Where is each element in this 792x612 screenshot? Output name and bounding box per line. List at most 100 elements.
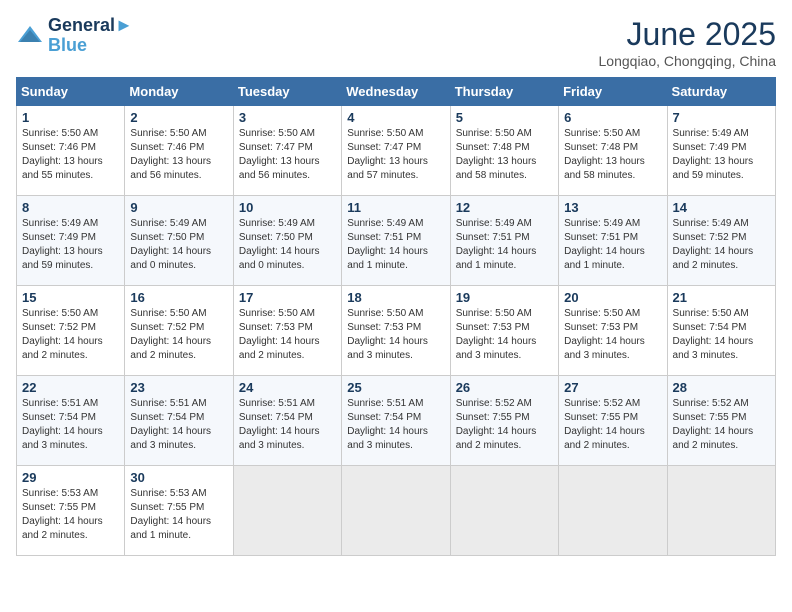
day-info: Sunrise: 5:50 AM Sunset: 7:46 PM Dayligh… (130, 127, 227, 183)
day-info: Sunrise: 5:53 AM Sunset: 7:55 PM Dayligh… (130, 487, 227, 543)
week-row-1: 1 Sunrise: 5:50 AM Sunset: 7:46 PM Daylig… (17, 106, 776, 196)
day-info: Sunrise: 5:51 AM Sunset: 7:54 PM Dayligh… (130, 397, 227, 453)
title-area: June 2025 Longqiao, Chongqing, China (599, 16, 776, 69)
day-info: Sunrise: 5:49 AM Sunset: 7:52 PM Dayligh… (673, 217, 770, 273)
day-info: Sunrise: 5:50 AM Sunset: 7:53 PM Dayligh… (456, 307, 553, 363)
day-number: 7 (673, 110, 770, 125)
day-info: Sunrise: 5:51 AM Sunset: 7:54 PM Dayligh… (239, 397, 336, 453)
day-cell (233, 466, 341, 556)
day-cell: 5 Sunrise: 5:50 AM Sunset: 7:48 PM Daylig… (450, 106, 558, 196)
col-header-thursday: Thursday (450, 78, 558, 106)
day-cell: 30 Sunrise: 5:53 AM Sunset: 7:55 PM Dayli… (125, 466, 233, 556)
day-cell: 4 Sunrise: 5:50 AM Sunset: 7:47 PM Daylig… (342, 106, 450, 196)
col-header-saturday: Saturday (667, 78, 775, 106)
day-number: 13 (564, 200, 661, 215)
day-cell: 22 Sunrise: 5:51 AM Sunset: 7:54 PM Dayli… (17, 376, 125, 466)
day-cell: 11Sunrise: 5:49 AM Sunset: 7:51 PM Dayli… (342, 196, 450, 286)
day-info: Sunrise: 5:49 AM Sunset: 7:51 PM Dayligh… (456, 217, 553, 273)
day-info: Sunrise: 5:50 AM Sunset: 7:52 PM Dayligh… (130, 307, 227, 363)
day-info: Sunrise: 5:52 AM Sunset: 7:55 PM Dayligh… (456, 397, 553, 453)
day-cell: 16 Sunrise: 5:50 AM Sunset: 7:52 PM Dayli… (125, 286, 233, 376)
day-cell: 26Sunrise: 5:52 AM Sunset: 7:55 PM Dayli… (450, 376, 558, 466)
day-number: 14 (673, 200, 770, 215)
day-info: Sunrise: 5:49 AM Sunset: 7:49 PM Dayligh… (22, 217, 119, 273)
day-cell (342, 466, 450, 556)
day-number: 30 (130, 470, 227, 485)
day-cell (450, 466, 558, 556)
day-info: Sunrise: 5:49 AM Sunset: 7:51 PM Dayligh… (564, 217, 661, 273)
day-info: Sunrise: 5:50 AM Sunset: 7:46 PM Dayligh… (22, 127, 119, 183)
day-number: 16 (130, 290, 227, 305)
day-number: 22 (22, 380, 119, 395)
day-cell: 27Sunrise: 5:52 AM Sunset: 7:55 PM Dayli… (559, 376, 667, 466)
day-number: 27 (564, 380, 661, 395)
col-header-tuesday: Tuesday (233, 78, 341, 106)
day-cell: 17 Sunrise: 5:50 AM Sunset: 7:53 PM Dayli… (233, 286, 341, 376)
day-number: 6 (564, 110, 661, 125)
day-cell: 3 Sunrise: 5:50 AM Sunset: 7:47 PM Daylig… (233, 106, 341, 196)
day-cell: 29 Sunrise: 5:53 AM Sunset: 7:55 PM Dayli… (17, 466, 125, 556)
day-info: Sunrise: 5:51 AM Sunset: 7:54 PM Dayligh… (22, 397, 119, 453)
day-info: Sunrise: 5:50 AM Sunset: 7:53 PM Dayligh… (347, 307, 444, 363)
day-number: 9 (130, 200, 227, 215)
day-info: Sunrise: 5:50 AM Sunset: 7:48 PM Dayligh… (456, 127, 553, 183)
day-cell: 10 Sunrise: 5:49 AM Sunset: 7:50 PM Dayli… (233, 196, 341, 286)
week-row-2: 8 Sunrise: 5:49 AM Sunset: 7:49 PM Daylig… (17, 196, 776, 286)
col-header-friday: Friday (559, 78, 667, 106)
day-cell: 21 Sunrise: 5:50 AM Sunset: 7:54 PM Dayli… (667, 286, 775, 376)
day-number: 8 (22, 200, 119, 215)
day-number: 2 (130, 110, 227, 125)
day-info: Sunrise: 5:50 AM Sunset: 7:54 PM Dayligh… (673, 307, 770, 363)
logo: General► Blue (16, 16, 133, 56)
calendar-table: SundayMondayTuesdayWednesdayThursdayFrid… (16, 77, 776, 556)
week-row-3: 15 Sunrise: 5:50 AM Sunset: 7:52 PM Dayli… (17, 286, 776, 376)
day-number: 4 (347, 110, 444, 125)
col-header-monday: Monday (125, 78, 233, 106)
day-cell: 6 Sunrise: 5:50 AM Sunset: 7:48 PM Daylig… (559, 106, 667, 196)
day-number: 29 (22, 470, 119, 485)
day-info: Sunrise: 5:51 AM Sunset: 7:54 PM Dayligh… (347, 397, 444, 453)
day-cell: 19 Sunrise: 5:50 AM Sunset: 7:53 PM Dayli… (450, 286, 558, 376)
day-cell: 14 Sunrise: 5:49 AM Sunset: 7:52 PM Dayli… (667, 196, 775, 286)
day-cell: 25 Sunrise: 5:51 AM Sunset: 7:54 PM Dayli… (342, 376, 450, 466)
day-cell: 13 Sunrise: 5:49 AM Sunset: 7:51 PM Dayli… (559, 196, 667, 286)
day-info: Sunrise: 5:50 AM Sunset: 7:47 PM Dayligh… (239, 127, 336, 183)
month-title: June 2025 (599, 16, 776, 53)
day-number: 21 (673, 290, 770, 305)
day-info: Sunrise: 5:50 AM Sunset: 7:53 PM Dayligh… (239, 307, 336, 363)
page-header: General► Blue June 2025 Longqiao, Chongq… (16, 16, 776, 69)
col-header-wednesday: Wednesday (342, 78, 450, 106)
day-number: 19 (456, 290, 553, 305)
day-cell: 8 Sunrise: 5:49 AM Sunset: 7:49 PM Daylig… (17, 196, 125, 286)
day-number: 1 (22, 110, 119, 125)
day-number: 25 (347, 380, 444, 395)
day-info: Sunrise: 5:49 AM Sunset: 7:50 PM Dayligh… (239, 217, 336, 273)
day-info: Sunrise: 5:49 AM Sunset: 7:49 PM Dayligh… (673, 127, 770, 183)
day-number: 11 (347, 200, 444, 215)
day-number: 5 (456, 110, 553, 125)
day-number: 24 (239, 380, 336, 395)
day-cell: 1 Sunrise: 5:50 AM Sunset: 7:46 PM Daylig… (17, 106, 125, 196)
day-number: 28 (673, 380, 770, 395)
col-header-sunday: Sunday (17, 78, 125, 106)
day-number: 23 (130, 380, 227, 395)
day-info: Sunrise: 5:50 AM Sunset: 7:48 PM Dayligh… (564, 127, 661, 183)
day-number: 17 (239, 290, 336, 305)
day-info: Sunrise: 5:50 AM Sunset: 7:47 PM Dayligh… (347, 127, 444, 183)
day-info: Sunrise: 5:50 AM Sunset: 7:52 PM Dayligh… (22, 307, 119, 363)
day-info: Sunrise: 5:53 AM Sunset: 7:55 PM Dayligh… (22, 487, 119, 543)
day-number: 15 (22, 290, 119, 305)
day-cell: 2 Sunrise: 5:50 AM Sunset: 7:46 PM Daylig… (125, 106, 233, 196)
day-cell: 15 Sunrise: 5:50 AM Sunset: 7:52 PM Dayli… (17, 286, 125, 376)
day-number: 3 (239, 110, 336, 125)
day-number: 10 (239, 200, 336, 215)
day-number: 18 (347, 290, 444, 305)
day-cell (667, 466, 775, 556)
day-cell: 20Sunrise: 5:50 AM Sunset: 7:53 PM Dayli… (559, 286, 667, 376)
day-cell: 23 Sunrise: 5:51 AM Sunset: 7:54 PM Dayli… (125, 376, 233, 466)
day-cell (559, 466, 667, 556)
day-info: Sunrise: 5:49 AM Sunset: 7:50 PM Dayligh… (130, 217, 227, 273)
week-row-4: 22 Sunrise: 5:51 AM Sunset: 7:54 PM Dayli… (17, 376, 776, 466)
day-cell: 7 Sunrise: 5:49 AM Sunset: 7:49 PM Daylig… (667, 106, 775, 196)
week-row-5: 29 Sunrise: 5:53 AM Sunset: 7:55 PM Dayli… (17, 466, 776, 556)
